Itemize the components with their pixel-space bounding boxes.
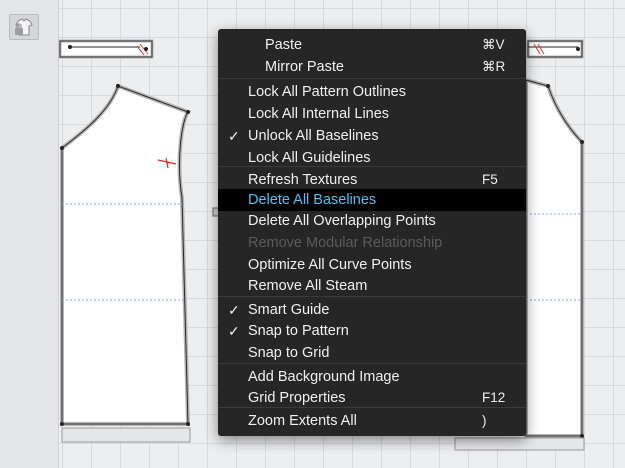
context-menu: Paste ⌘V Mirror Paste ⌘R Lock All Pattern Ou… — [218, 29, 526, 436]
menu-item-shortcut: ⌘V — [482, 37, 505, 52]
menu-item-snap-to-pattern[interactable]: ✓ Snap to Pattern — [218, 320, 526, 342]
menu-item-optimize-all-curve-points[interactable]: Optimize All Curve Points — [218, 254, 526, 276]
menu-item-snap-to-grid[interactable]: Snap to Grid — [218, 342, 526, 364]
menu-item-label: Lock All Internal Lines — [248, 106, 390, 122]
menu-item-shortcut: F5 — [482, 172, 498, 187]
menu-item-shortcut: ⌘R — [482, 59, 506, 74]
menu-item-label: Remove All Steam — [248, 278, 368, 294]
menu-item-remove-modular-relationship: Remove Modular Relationship — [218, 232, 526, 254]
menu-item-label: Zoom Extents All — [248, 413, 357, 429]
bodice-piece-left[interactable] — [60, 83, 192, 426]
menu-item-label: Mirror Paste — [265, 59, 344, 75]
menu-item-mirror-paste[interactable]: Mirror Paste ⌘R — [218, 56, 526, 78]
menu-item-label: Delete All Baselines — [248, 192, 377, 208]
waistband-piece-right[interactable] — [526, 39, 584, 59]
menu-item-label: Optimize All Curve Points — [248, 257, 412, 273]
menu-item-label: Lock All Guidelines — [248, 150, 371, 166]
menu-item-remove-all-steam[interactable]: Remove All Steam — [218, 275, 526, 297]
menu-item-paste[interactable]: Paste ⌘V — [218, 34, 526, 56]
waistband-piece-left[interactable] — [58, 39, 154, 59]
menu-item-label: Snap to Pattern — [248, 323, 349, 339]
menu-item-lock-all-pattern-outlines[interactable]: Lock All Pattern Outlines — [218, 81, 526, 103]
menu-item-refresh-textures[interactable]: Refresh Textures F5 — [218, 169, 526, 191]
menu-item-label: Smart Guide — [248, 302, 330, 318]
menu-item-label: Remove Modular Relationship — [248, 235, 443, 251]
menu-item-lock-all-guidelines[interactable]: Lock All Guidelines — [218, 147, 526, 169]
menu-item-delete-all-overlapping-points[interactable]: Delete All Overlapping Points — [218, 210, 526, 232]
menu-item-delete-all-baselines[interactable]: Delete All Baselines — [218, 189, 526, 211]
menu-item-grid-properties[interactable]: Grid Properties F12 — [218, 387, 526, 409]
menu-item-zoom-extents-all[interactable]: Zoom Extents All) — [218, 410, 526, 432]
menu-item-unlock-all-baselines[interactable]: ✓ Unlock All Baselines — [218, 125, 526, 147]
menu-item-lock-all-internal-lines[interactable]: Lock All Internal Lines — [218, 103, 526, 125]
menu-item-label: Lock All Pattern Outlines — [248, 84, 406, 100]
menu-separator — [218, 78, 526, 79]
checkmark-icon: ✓ — [228, 323, 240, 339]
menu-item-label: Snap to Grid — [248, 345, 330, 361]
checkmark-icon: ✓ — [228, 128, 240, 144]
menu-item-smart-guide[interactable]: ✓ Smart Guide — [218, 299, 526, 321]
menu-item-label: Refresh Textures — [248, 172, 358, 188]
menu-item-shortcut: F12 — [482, 390, 506, 405]
menu-item-label: Add Background Image — [248, 369, 400, 385]
menu-item-label: Unlock All Baselines — [248, 128, 379, 144]
menu-item-shortcut: ) — [482, 413, 487, 428]
bodice-piece-right[interactable] — [524, 77, 584, 438]
menu-item-add-background-image[interactable]: Add Background Image — [218, 366, 526, 388]
checkmark-icon: ✓ — [228, 302, 240, 318]
menu-item-label: Delete All Overlapping Points — [248, 213, 436, 229]
menu-item-label: Paste — [265, 37, 303, 53]
menu-item-label: Grid Properties — [248, 390, 346, 406]
